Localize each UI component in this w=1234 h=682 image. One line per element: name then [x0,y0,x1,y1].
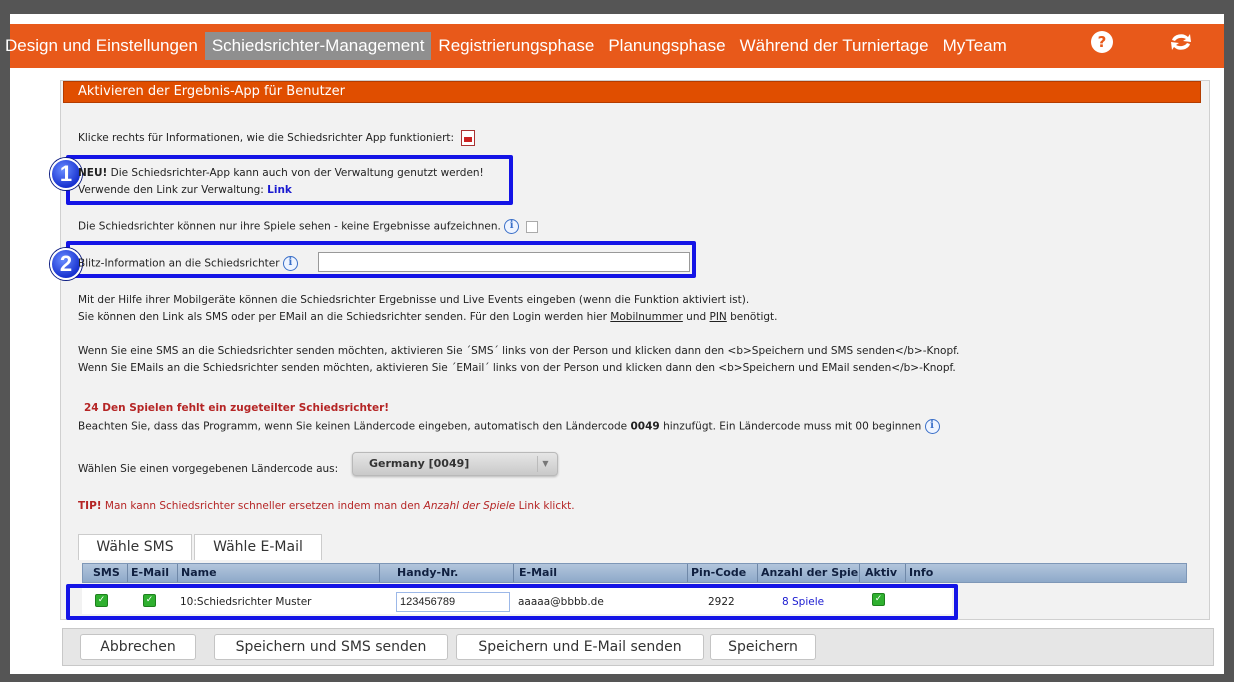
col-active[interactable]: Aktiv [865,566,897,579]
tip-text: Man kann Schiedsrichter schneller ersetz… [104,500,421,512]
country-select-label: Wählen Sie einen vorgegebenen Ländercode… [78,463,339,475]
col-info[interactable]: Info [909,566,933,579]
tab-select-email[interactable]: Wähle E-Mail [194,534,322,560]
help-line-2-end: benötigt. [730,311,778,323]
table-header: SMS E-Mail Name Handy-Nr. E-Mail Pin-Cod… [82,563,1187,583]
help-line-2-text: Sie können den Link als SMS oder per EMa… [78,311,607,323]
admin-link-text: Verwende den Link zur Verwaltung: [78,184,264,196]
admin-link-line: Verwende den Link zur Verwaltung: Link [78,184,292,196]
cancel-button[interactable]: Abbrechen [80,634,196,660]
col-email-check[interactable]: E-Mail [131,566,169,579]
save-and-send-email-button[interactable]: Speichern und E-Mail senden [456,634,704,660]
col-separator [859,564,860,582]
nav-registration-phase[interactable]: Registrierungsphase [431,32,601,60]
top-navigation: Design und Einstellungen Schiedsrichter-… [5,24,1224,68]
country-select-value: Germany [0049] [369,457,470,470]
col-games[interactable]: Anzahl der Spie [761,566,858,579]
frame-border-top [0,0,1234,14]
only-games-line: Die Schiedsrichter können nur ihre Spiel… [78,219,538,234]
new-text: Die Schiedsrichter-App kann auch von der… [110,167,484,179]
info-line: Klicke rechts für Informationen, wie die… [78,130,476,146]
tip-label: TIP! [78,500,102,512]
nav-myteam[interactable]: MyTeam [936,32,1014,60]
blitz-line: Blitz-Information an die Schiedsrichter … [78,256,298,271]
mobile-number-link: Mobilnummer [610,311,683,323]
help-line-2: Sie können den Link als SMS oder per EMa… [78,311,778,323]
svg-text:?: ? [1098,33,1107,51]
blitz-info-input[interactable] [318,252,690,272]
panel-title: Aktivieren der Ergebnis-App für Benutzer [63,81,1201,103]
col-separator [905,564,906,582]
col-separator [757,564,758,582]
frame-border-left [0,0,10,682]
col-separator [687,564,688,582]
country-code-note: Beachten Sie, dass das Programm, wenn Si… [78,419,940,434]
save-button[interactable]: Speichern [710,634,816,660]
info-icon[interactable]: i [924,419,940,434]
tab-select-sms[interactable]: Wähle SMS [78,534,192,560]
country-note-rest: hinzufügt. Ein Ländercode muss mit 00 be… [663,420,922,433]
question-icon[interactable]: ? [1090,30,1114,60]
nav-planning-phase[interactable]: Planungsphase [601,32,732,60]
tip-line: TIP! Man kann Schiedsrichter schneller e… [78,500,575,512]
new-label: NEU! [78,167,108,179]
chevron-down-icon: ▼ [537,456,553,472]
highlight-box-3 [66,584,958,620]
only-games-text: Die Schiedsrichter können nur ihre Spiel… [78,220,501,233]
refresh-icon[interactable] [1168,30,1194,60]
tip-text-emphasis: Anzahl der Spiele [423,500,516,512]
help-line-2-und: und [686,311,707,323]
sms-instruction: Wenn Sie eine SMS an die Schiedsrichter … [78,345,960,357]
col-separator [127,564,128,582]
highlight-box-1 [66,155,513,205]
save-and-send-sms-button[interactable]: Speichern und SMS senden [214,634,448,660]
col-name[interactable]: Name [181,566,217,579]
nav-referee-management[interactable]: Schiedsrichter-Management [204,32,432,60]
nav-tournament-days[interactable]: Während der Turniertage [733,32,936,60]
info-icon[interactable]: i [504,219,520,234]
country-note-code: 0049 [630,420,660,433]
pin-link: PIN [709,311,727,323]
col-separator [177,564,178,582]
nav-design-settings[interactable]: Design und Einstellungen [0,32,205,60]
email-instruction: Wenn Sie EMails an die Schiedsrichter se… [78,362,956,374]
admin-link[interactable]: Link [267,184,292,196]
frame-border-right [1224,0,1234,682]
country-code-select[interactable]: Germany [0049] ▼ [352,452,558,476]
col-separator [379,564,380,582]
help-line-1: Mit der Hilfe ihrer Mobilgeräte können d… [78,294,750,306]
missing-referee-warning: 24 Den Spielen fehlt ein zugeteilter Sch… [84,402,390,414]
info-icon[interactable]: i [282,256,298,271]
col-phone[interactable]: Handy-Nr. [397,566,458,579]
col-pin[interactable]: Pin-Code [691,566,746,579]
info-line-text: Klicke rechts für Informationen, wie die… [78,132,455,144]
pdf-icon[interactable] [461,130,476,146]
country-note-text: Beachten Sie, dass das Programm, wenn Si… [78,420,628,433]
only-games-checkbox[interactable] [525,220,538,233]
col-sms[interactable]: SMS [93,566,120,579]
new-notice-line: NEU! Die Schiedsrichter-App kann auch vo… [78,167,484,179]
blitz-label: Blitz-Information an die Schiedsrichter [78,257,280,270]
col-separator [513,564,514,582]
tip-text-end: Link klickt. [518,500,575,512]
col-email[interactable]: E-Mail [519,566,557,579]
frame-border-bottom [0,674,1234,682]
